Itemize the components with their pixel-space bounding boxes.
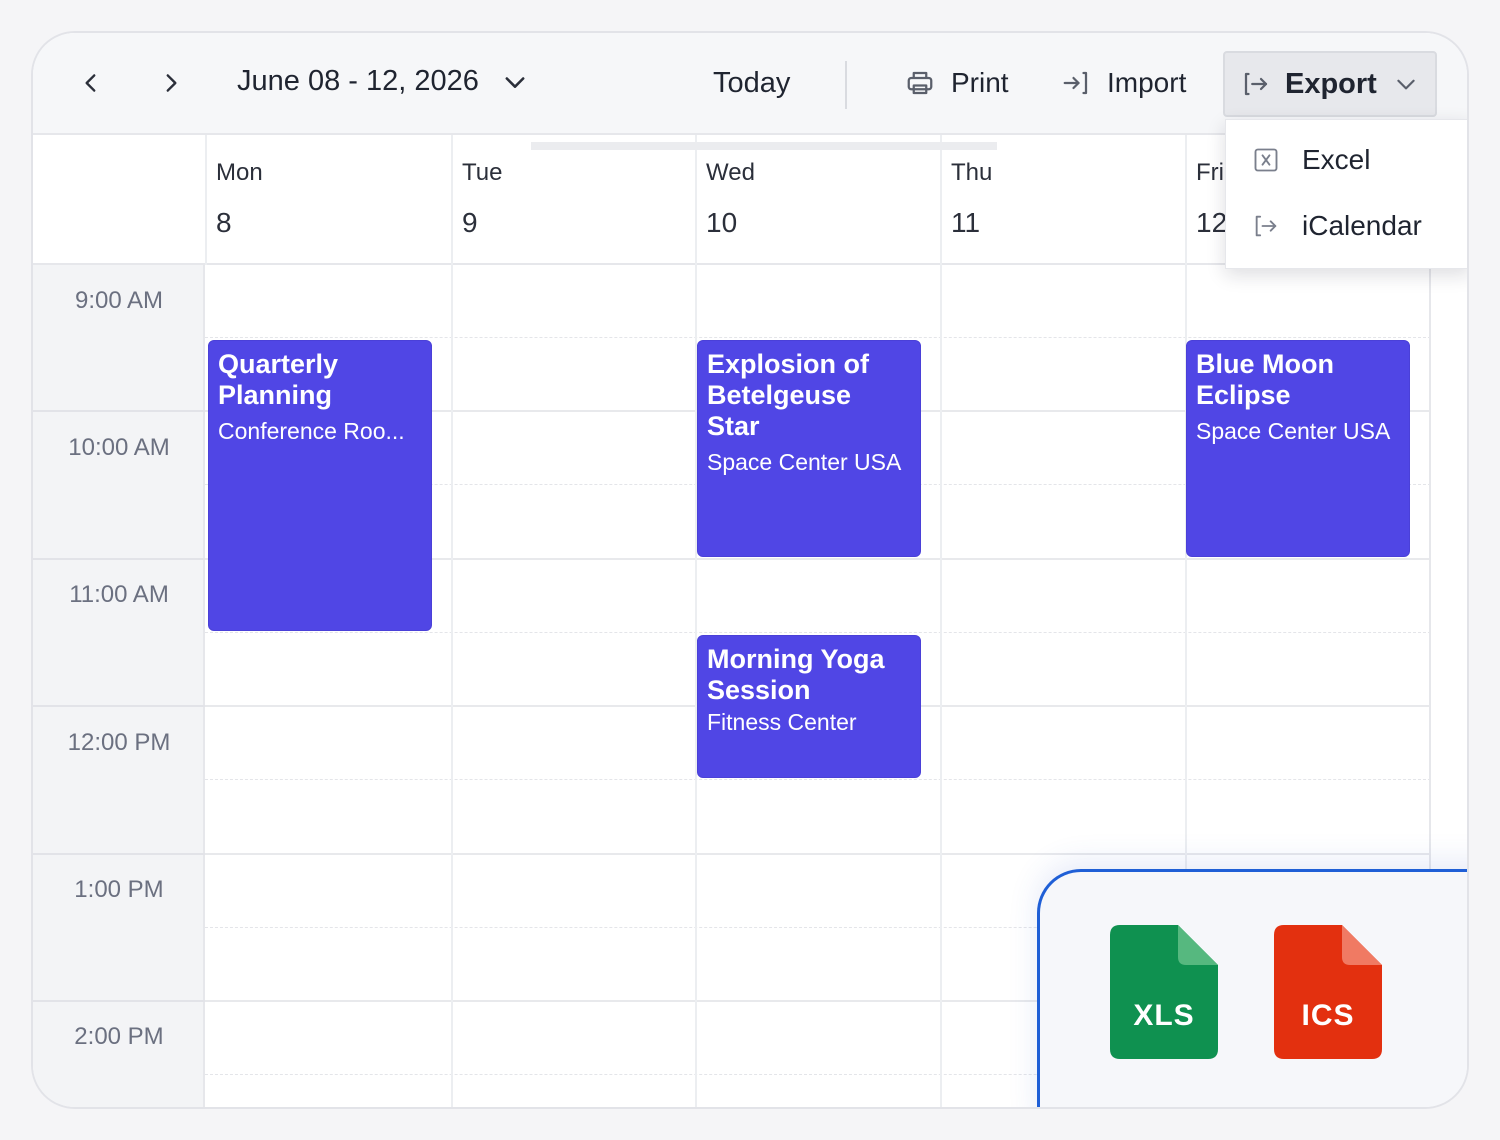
hour-divider: [33, 853, 205, 855]
day-name: Tue: [462, 159, 503, 186]
import-button[interactable]: Import: [1061, 67, 1186, 99]
ics-file-shape: [1274, 925, 1382, 1059]
time-label: 10:00 AM: [68, 434, 170, 461]
day-header-thu[interactable]: Thu 11: [940, 135, 1185, 265]
chevron-down-icon: [505, 76, 525, 88]
day-date: 12: [1196, 207, 1228, 238]
event-morning-yoga-session[interactable]: Morning Yoga Session Fitness Center: [697, 635, 921, 778]
hour-divider: [33, 1000, 205, 1002]
today-label: Today: [713, 67, 791, 99]
day-name: Fri: [1196, 159, 1224, 186]
chevron-left-icon: [85, 74, 96, 92]
time-label: 12:00 PM: [67, 729, 171, 756]
export-label: Export: [1285, 67, 1377, 100]
event-title: Explosion of Betelgeuse Star: [707, 349, 869, 441]
day-divider: [451, 265, 453, 1107]
print-label: Print: [951, 67, 1009, 98]
ics-label: ICS: [1301, 999, 1355, 1032]
half-hour-line: [205, 337, 1431, 338]
event-location: Space Center USA: [1196, 418, 1391, 444]
event-explosion-of-betelgeuse-star[interactable]: Explosion of Betelgeuse Star Space Cente…: [697, 340, 921, 557]
half-hour-line: [205, 779, 1431, 780]
toolbar-divider: [845, 61, 847, 109]
event-location: Conference Roo...: [218, 418, 405, 444]
export-dropdown-menu: Excel iCalendar: [1225, 119, 1467, 269]
time-gutter: 9:00 AM 10:00 AM 11:00 AM 12:00 PM 1:00 …: [33, 265, 205, 1107]
xls-file-icon: XLS: [1110, 925, 1218, 1059]
event-location: Space Center USA: [707, 449, 902, 475]
export-icon: [1244, 72, 1268, 96]
day-date: 11: [951, 207, 981, 238]
day-name: Thu: [951, 159, 993, 186]
event-title: Quarterly Planning: [218, 349, 339, 410]
export-formats-card: XLS ICS: [1037, 869, 1467, 1107]
hour-line: [205, 853, 1431, 855]
day-date: 10: [706, 207, 738, 238]
import-icon: [1063, 71, 1088, 95]
day-name: Wed: [706, 159, 755, 186]
export-icalendar-option[interactable]: iCalendar: [1226, 196, 1467, 256]
half-hour-line: [205, 632, 1431, 633]
ics-file-icon: ICS: [1274, 925, 1382, 1059]
day-date: 9: [462, 207, 478, 238]
xls-label: XLS: [1133, 999, 1195, 1032]
date-range-label: June 08 - 12, 2026: [237, 65, 479, 97]
today-button[interactable]: Today: [713, 67, 790, 100]
printer-icon: [907, 71, 933, 95]
hour-divider: [33, 558, 205, 560]
hour-divider: [33, 410, 205, 412]
export-icon: [1255, 215, 1277, 237]
xls-file-shape: [1110, 925, 1218, 1059]
day-date: 8: [216, 207, 232, 238]
event-title: Blue Moon Eclipse: [1196, 349, 1334, 410]
time-label: 11:00 AM: [69, 581, 169, 608]
date-range-picker[interactable]: June 08 - 12, 2026: [237, 65, 529, 98]
export-button[interactable]: Export: [1223, 51, 1437, 117]
excel-label: Excel: [1302, 144, 1371, 175]
time-label: 9:00 AM: [74, 287, 164, 314]
day-divider: [940, 265, 942, 1107]
import-label: Import: [1107, 67, 1187, 98]
day-header-mon[interactable]: Mon 8: [205, 135, 451, 265]
event-title: Morning Yoga Session: [707, 644, 885, 705]
chevron-down-icon: [1397, 79, 1415, 90]
icalendar-label: iCalendar: [1302, 210, 1422, 241]
day-header-tue[interactable]: Tue 9: [451, 135, 695, 265]
time-label: 2:00 PM: [74, 1023, 164, 1050]
day-header-wed[interactable]: Wed 10: [695, 135, 940, 265]
excel-icon: [1254, 148, 1278, 172]
scheduler-window: June 08 - 12, 2026 Today Print Import Ex…: [31, 31, 1469, 1109]
horizontal-scrollbar[interactable]: [531, 142, 997, 150]
event-quarterly-planning[interactable]: Quarterly Planning Conference Roo...: [208, 340, 432, 631]
next-week-button[interactable]: [151, 63, 191, 103]
day-name: Mon: [216, 159, 263, 186]
export-excel-option[interactable]: Excel: [1226, 130, 1467, 190]
hour-divider: [33, 705, 205, 707]
chevron-right-icon: [166, 74, 177, 92]
event-location: Fitness Center: [707, 709, 857, 735]
previous-week-button[interactable]: [71, 63, 111, 103]
print-button[interactable]: Print: [905, 67, 1009, 99]
event-blue-moon-eclipse[interactable]: Blue Moon Eclipse Space Center USA: [1186, 340, 1410, 557]
time-label: 1:00 PM: [74, 876, 164, 903]
